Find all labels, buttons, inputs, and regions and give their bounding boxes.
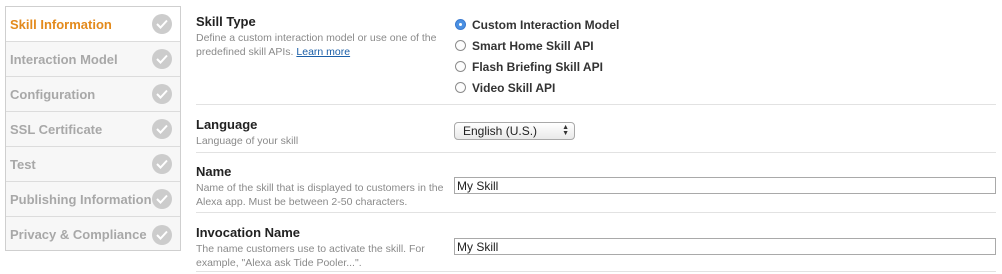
check-icon <box>152 14 172 34</box>
section-divider <box>196 152 996 153</box>
check-icon <box>152 189 172 209</box>
sidebar-item-label: SSL Certificate <box>10 121 103 137</box>
sidebar-item-configuration[interactable]: Configuration <box>6 77 180 112</box>
section-divider <box>196 104 996 105</box>
check-icon <box>152 224 172 245</box>
language-select[interactable]: English (U.S.) ▲ ▼ <box>454 122 575 140</box>
radio-label: Flash Briefing Skill API <box>472 59 603 74</box>
select-arrows-icon: ▲ ▼ <box>562 124 569 137</box>
skill-type-description: Define a custom interaction model or use… <box>196 31 446 59</box>
language-description: Language of your skill <box>196 135 299 147</box>
language-title: Language <box>196 117 258 132</box>
radio-option-flash-briefing-skill-api[interactable]: Flash Briefing Skill API <box>455 56 619 77</box>
section-divider <box>196 212 996 213</box>
learn-more-link[interactable]: Learn more <box>296 46 350 58</box>
sidebar-item-interaction-model[interactable]: Interaction Model <box>6 42 180 77</box>
check-icon <box>152 84 172 104</box>
sidebar-item-publishing-information[interactable]: Publishing Information <box>6 182 180 217</box>
sidebar-item-label: Test <box>10 156 36 172</box>
name-input[interactable] <box>454 177 996 194</box>
language-select-value: English (U.S.) <box>463 124 538 138</box>
radio-label: Smart Home Skill API <box>472 38 594 53</box>
radio-option-smart-home-skill-api[interactable]: Smart Home Skill API <box>455 35 619 56</box>
sidebar-item-label: Skill Information <box>10 16 112 32</box>
sidebar-item-privacy-compliance[interactable]: Privacy & Compliance <box>6 217 180 252</box>
radio-option-video-skill-api[interactable]: Video Skill API <box>455 77 619 98</box>
radio-label: Custom Interaction Model <box>472 17 620 32</box>
sidebar-item-label: Interaction Model <box>10 51 118 67</box>
sidebar-item-ssl-certificate[interactable]: SSL Certificate <box>6 112 180 147</box>
sidebar-item-label: Publishing Information <box>10 191 152 207</box>
radio-button[interactable] <box>455 40 466 51</box>
sidebar-nav: Skill Information Interaction Model Conf… <box>5 6 181 251</box>
radio-button[interactable] <box>455 82 466 93</box>
radio-button[interactable] <box>455 61 466 72</box>
check-icon <box>152 119 172 139</box>
check-icon <box>152 49 172 69</box>
name-description: Name of the skill that is displayed to c… <box>196 182 444 208</box>
language-section: Language Language of your skill <box>196 117 996 148</box>
invocation-name-input[interactable] <box>454 238 996 255</box>
invocation-name-description: The name customers use to activate the s… <box>196 243 425 269</box>
sidebar-item-test[interactable]: Test <box>6 147 180 182</box>
check-icon <box>152 154 172 174</box>
sidebar-item-label: Configuration <box>10 86 96 102</box>
sidebar-item-label: Privacy & Compliance <box>10 227 147 242</box>
radio-label: Video Skill API <box>472 80 556 95</box>
skill-type-radio-group: Custom Interaction Model Smart Home Skil… <box>455 14 619 98</box>
radio-button-selected[interactable] <box>455 19 466 30</box>
section-divider <box>196 271 996 272</box>
radio-option-custom-interaction-model[interactable]: Custom Interaction Model <box>455 14 619 35</box>
sidebar-item-skill-information[interactable]: Skill Information <box>6 7 180 42</box>
